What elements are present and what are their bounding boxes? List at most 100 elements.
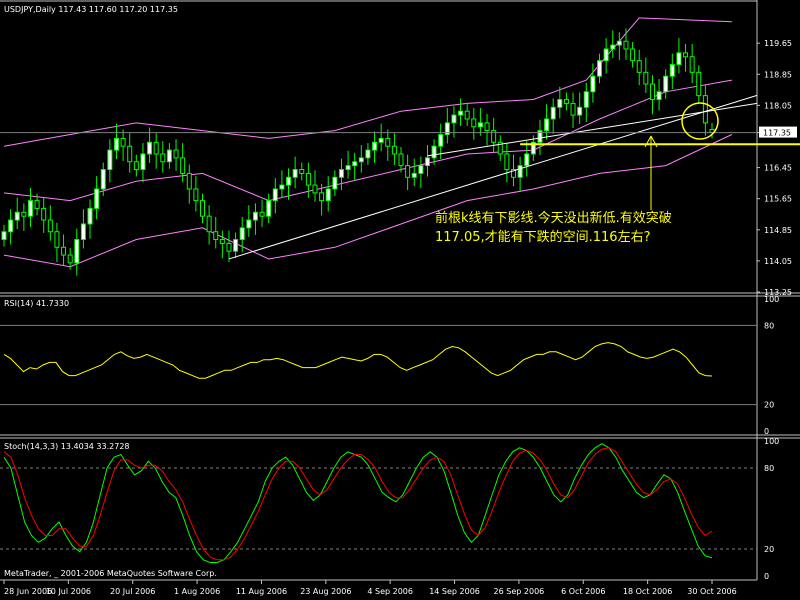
candle-body [550, 106, 556, 120]
candle-body [358, 157, 364, 163]
candle-body [127, 145, 133, 163]
candle-body [21, 211, 27, 217]
candle-body [656, 91, 662, 101]
candle-body [623, 40, 629, 50]
candle-body [1, 231, 7, 241]
candle-body [299, 169, 305, 174]
candle-body [669, 64, 675, 77]
candle-body [477, 122, 483, 128]
candle-body [180, 157, 186, 174]
candle-body [319, 192, 325, 202]
price-tick-label: 119.65 [764, 39, 792, 48]
candle-body [583, 91, 589, 108]
annotation-line-1: 前根k线有下影线.今天没出新低.有效突破 [435, 210, 672, 226]
rsi-tick-label: 80 [764, 321, 774, 330]
stochastic-panel-header: Stoch(14,3,3) 13.4034 33.2728 [4, 442, 130, 451]
candle-body [338, 169, 344, 178]
chart-background [0, 0, 800, 600]
date-tick-label: 18 Oct 2006 [623, 587, 672, 596]
date-tick-label: 26 Sep 2006 [494, 587, 545, 596]
candle-body [133, 161, 139, 171]
candle-body [47, 219, 53, 233]
candle-body [259, 211, 265, 217]
candle-body [173, 149, 179, 159]
candle-body [464, 110, 470, 120]
candle-body [504, 153, 510, 171]
candle-body [252, 211, 258, 221]
candle-body [80, 223, 86, 241]
candle-body [312, 184, 318, 194]
candle-body [352, 161, 358, 167]
candle-body [391, 145, 397, 155]
candle-body [471, 118, 477, 128]
candle-body [286, 176, 292, 186]
date-tick-label: 14 Sep 2006 [429, 587, 480, 596]
candle-body [676, 52, 682, 66]
candle-body [544, 118, 550, 132]
candle-body [484, 122, 490, 132]
rsi-tick-label: 20 [764, 401, 774, 410]
candle-body [570, 102, 576, 116]
candle-body [517, 165, 523, 178]
candle-body [94, 188, 100, 209]
candle-body [405, 165, 411, 178]
candle-body [206, 215, 212, 233]
chart-canvas: 119.65 118.85 118.05 117.35 116.45 115.65 114.… [0, 0, 800, 600]
candle-body [14, 211, 20, 221]
candle-body [616, 40, 622, 46]
candle-body [577, 106, 583, 116]
candle-body [107, 149, 113, 171]
candle-body [87, 207, 93, 225]
date-tick-label: 4 Sep 2006 [367, 587, 413, 596]
date-tick-label: 11 Aug 2006 [236, 587, 287, 596]
candle-body [411, 172, 417, 178]
candle-body [54, 231, 60, 248]
candle-body [74, 239, 80, 264]
candle-body [166, 149, 172, 163]
date-tick-label: 1 Aug 2006 [174, 587, 220, 596]
date-tick-label: 20 Jul 2006 [110, 587, 155, 596]
candle-body [8, 219, 14, 233]
candle-body [113, 137, 119, 151]
candle-body [557, 99, 563, 108]
price-tick-label: 116.45 [764, 164, 792, 173]
candle-body [524, 153, 530, 167]
stoch-tick-label: 80 [764, 464, 774, 473]
date-tick-label: 30 Oct 2006 [687, 587, 736, 596]
candle-body [186, 172, 192, 190]
rsi-tick-label: 0 [764, 427, 769, 436]
candle-body [272, 188, 278, 202]
candle-body [200, 200, 206, 217]
stoch-tick-label: 0 [764, 572, 769, 581]
candle-body [213, 231, 219, 241]
candle-body [458, 110, 464, 116]
candle-body [385, 137, 391, 147]
candle-body [34, 200, 40, 209]
candle-body [636, 60, 642, 73]
candle-body [345, 165, 351, 171]
rsi-tick-label: 100 [764, 295, 779, 304]
candle-body [193, 188, 199, 202]
candle-body [233, 239, 239, 252]
candle-body [365, 149, 371, 159]
price-tag-label: 117.35 [763, 129, 791, 138]
candle-body [61, 246, 67, 256]
candle-body [590, 75, 596, 93]
candle-body [649, 83, 655, 101]
date-tick-label: 23 Aug 2006 [300, 587, 351, 596]
candle-body [702, 95, 708, 124]
date-tick-label: 6 Oct 2006 [561, 587, 605, 596]
candle-body [226, 242, 232, 252]
candle-body [372, 141, 378, 151]
candle-body [219, 239, 225, 244]
candle-body [424, 157, 430, 167]
candle-body [160, 153, 166, 163]
candle-body [147, 141, 153, 155]
candle-body [683, 52, 689, 58]
price-tag: 117.35 [759, 126, 797, 138]
candle-body [325, 188, 331, 202]
candle-body [378, 137, 384, 143]
candle-body [332, 176, 338, 190]
candle-body [663, 75, 669, 93]
copyright-text: MetaTrader, _ 2001-2006 MetaQuotes Softw… [4, 569, 217, 578]
